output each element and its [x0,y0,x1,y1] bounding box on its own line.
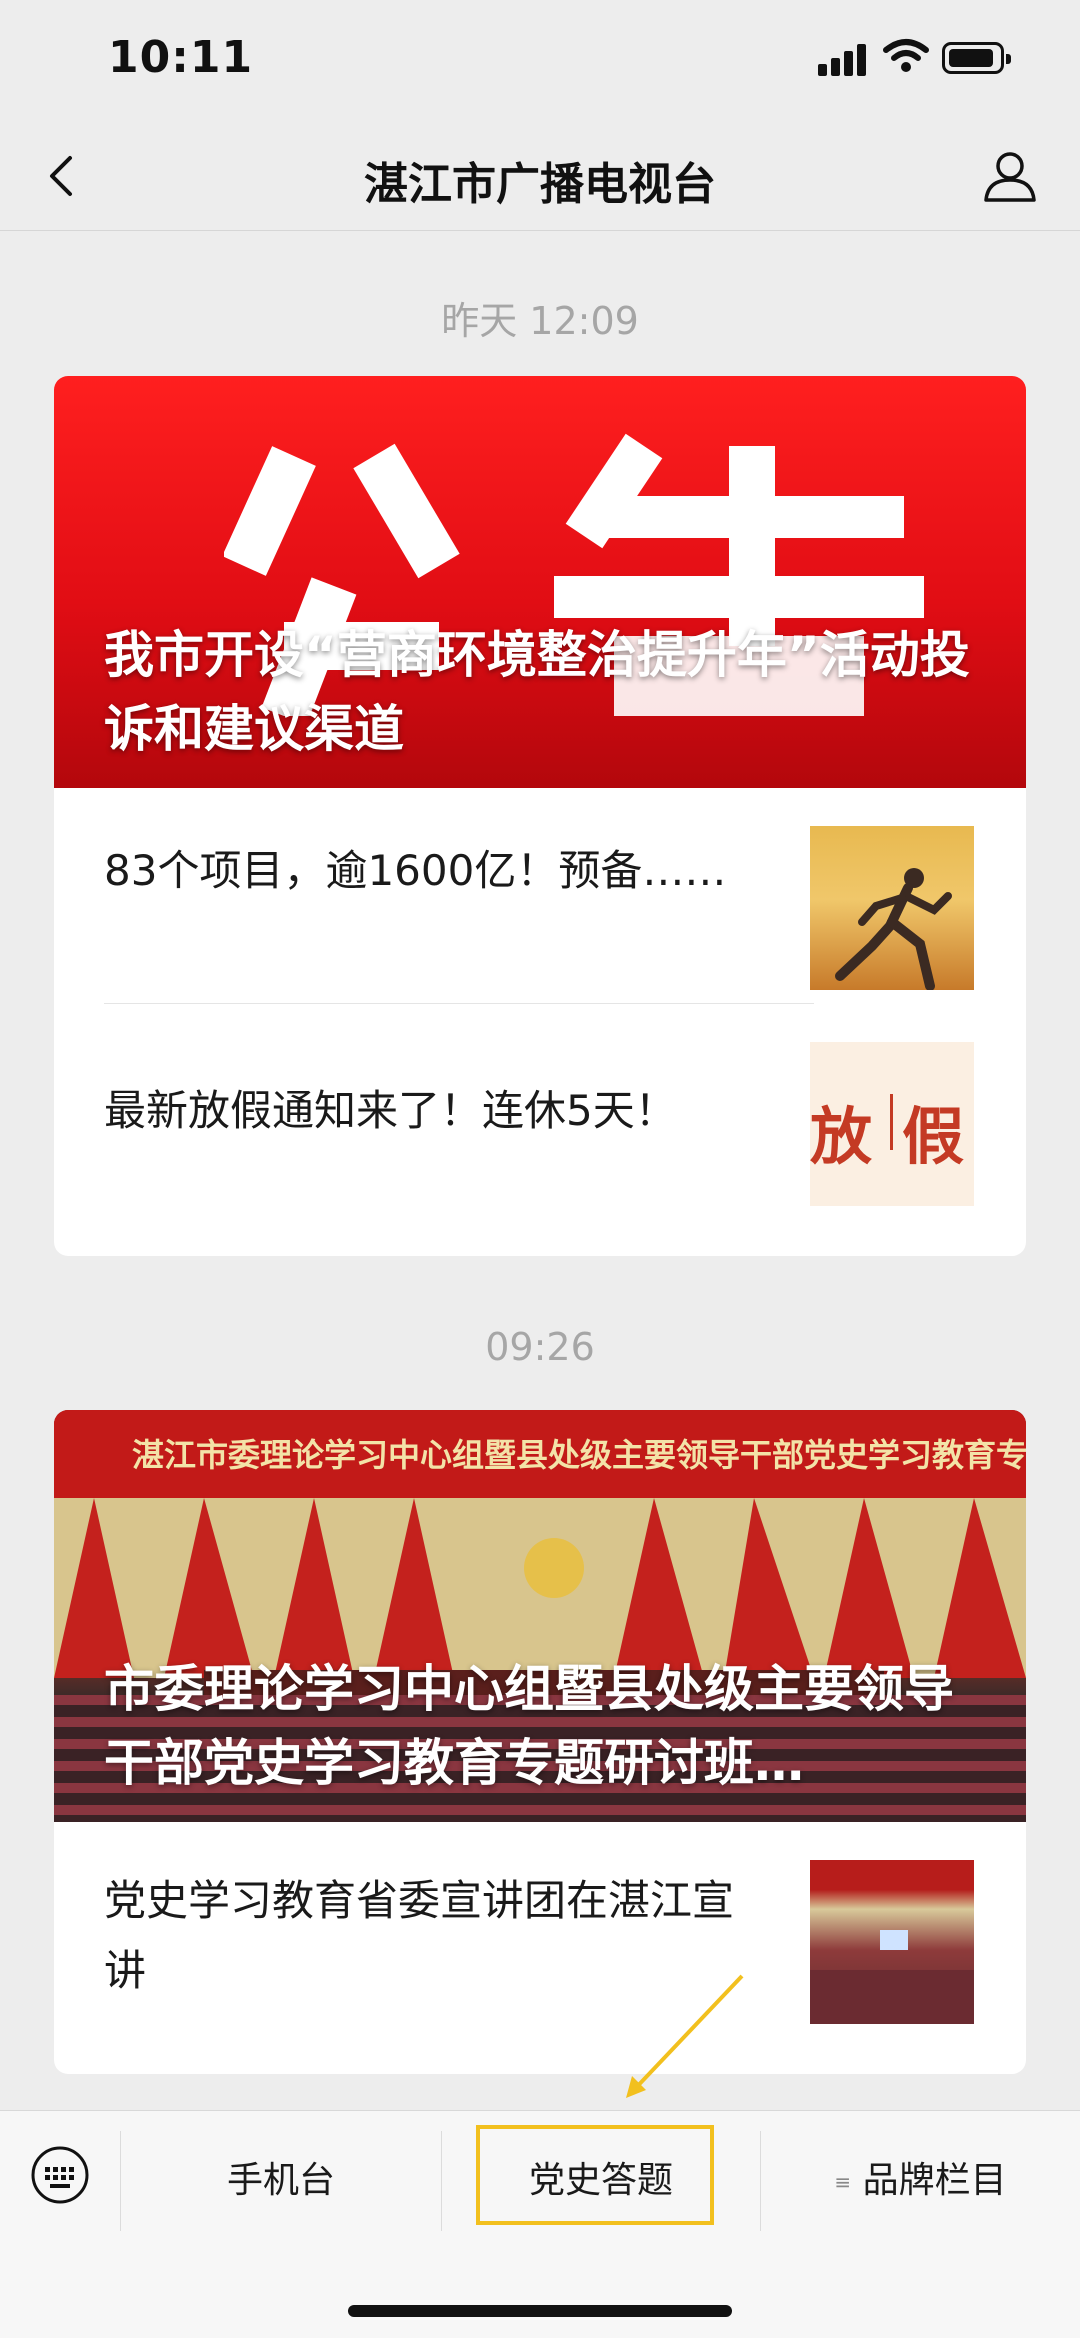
bottom-menu-bar: 手机台 党史答题 ≡ 品牌栏目 [0,2110,1080,2338]
banner-text: 湛江市委理论学习中心组暨县处级主要领导干部党史学习教育专题研讨班 [132,1436,1026,1474]
item-title: 最新放假通知来了！连休5天！ [104,1086,677,1135]
cover-title: 我市开设“营商环境整治提升年”活动投诉和建议渠道 [104,626,970,758]
status-time: 10:11 [108,32,254,83]
list-item[interactable]: 党史学习教育省委宣讲团在湛江宣讲 [54,1822,1026,2074]
annotation-arrow-icon [626,1974,744,2098]
meeting-image-icon [810,1860,974,2024]
runner-image-icon [835,868,952,990]
cover-article[interactable]: 我市开设“营商环境整治提升年”活动投诉和建议渠道 [54,376,1026,788]
thumb-char-right: 假 [902,1100,965,1173]
item-thumbnail: 放 假 [810,1042,974,1206]
cover-title: 市委理论学习中心组暨县处级主要领导干部党史学习教育专题研讨班… [104,1660,954,1792]
keyboard-toggle-icon[interactable] [30,2145,90,2205]
wifi-icon [883,39,929,72]
meeting-banner: 湛江市委理论学习中心组暨县处级主要领导干部党史学习教育专题研讨班 [54,1410,1026,1498]
item-thumbnail [810,1860,974,2024]
list-item[interactable]: 最新放假通知来了！连休5天！ 放 假 [54,1004,1026,1220]
battery-icon [942,42,1011,74]
message-timestamp: 昨天 12:09 [441,299,639,343]
menu-item-brand-columns[interactable]: ≡ 品牌栏目 [761,2131,1080,2231]
menu-item-label: 品牌栏目 [862,2160,1007,2201]
menu-item-mobile-tv[interactable]: 手机台 [121,2131,441,2231]
thumb-char-left: 放 [810,1100,873,1173]
profile-icon[interactable] [980,146,1040,206]
submenu-icon: ≡ [834,2170,852,2194]
item-thumbnail [810,826,974,990]
home-indicator[interactable] [348,2305,732,2317]
cover-article[interactable]: 湛江市委理论学习中心组暨县处级主要领导干部党史学习教育专题研讨班 市委理论学习中… [54,1410,1026,1822]
article-card: 湛江市委理论学习中心组暨县处级主要领导干部党史学习教育专题研讨班 市委理论学习中… [54,1410,1026,2074]
item-title: 83个项目，逾1600亿！预备…… [104,846,727,895]
page-title: 湛江市广播电视台 [364,159,716,210]
list-item[interactable]: 83个项目，逾1600亿！预备…… [54,788,1026,1004]
article-card: 我市开设“营商环境整治提升年”活动投诉和建议渠道 83个项目，逾1600亿！预备… [54,376,1026,1256]
emblem-icon [524,1538,584,1598]
message-timestamp: 09:26 [485,1325,595,1369]
status-bar: 10:11 [0,0,1080,120]
navigation-bar: 湛江市广播电视台 [0,120,1080,231]
cellular-signal-icon [818,44,868,76]
menu-item-party-history-quiz[interactable]: 党史答题 [442,2131,760,2231]
